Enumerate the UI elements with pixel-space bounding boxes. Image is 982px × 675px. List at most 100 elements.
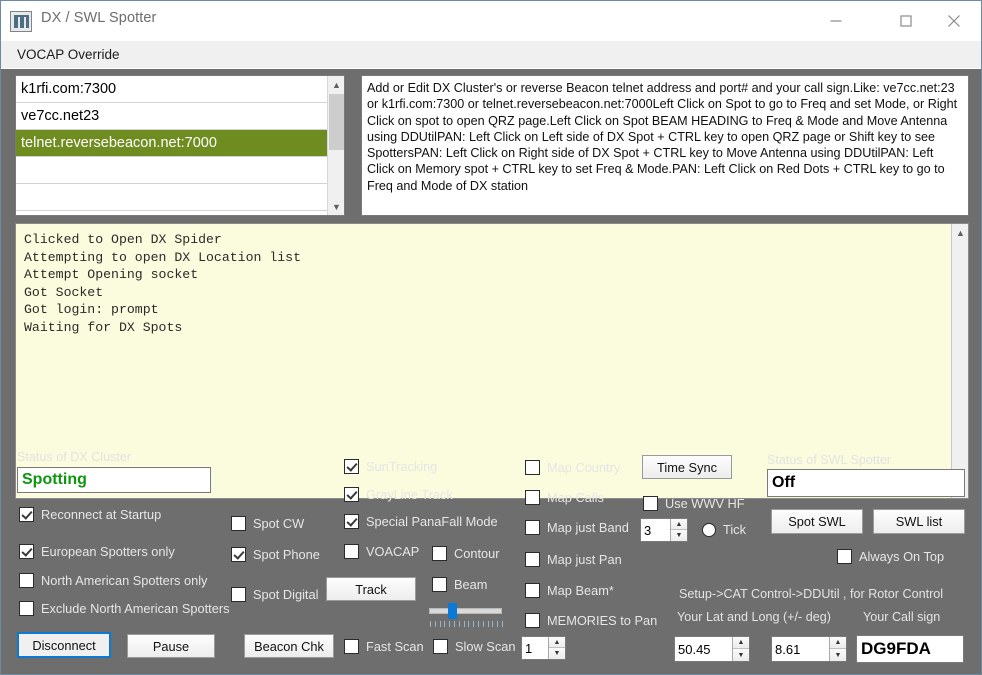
checkbox-slow-scan[interactable]: Slow Scan — [433, 639, 515, 654]
checkbox-icon — [432, 546, 447, 561]
checkbox-icon — [525, 583, 540, 598]
spinner-up-icon[interactable]: ▲ — [830, 637, 846, 649]
checkbox-special-panafall-mode[interactable]: Special PanaFall Mode — [344, 514, 498, 529]
pause-button[interactable]: Pause — [127, 634, 215, 658]
latitude-spinner[interactable]: 50.45 ▲ ▼ — [674, 636, 750, 662]
menu-item-vocap-override[interactable]: VOCAP Override — [13, 46, 124, 63]
title-bar: DX / SWL Spotter — [1, 1, 981, 41]
checkbox-icon — [525, 613, 540, 628]
checkbox-label: Exclude North American Spotters — [41, 601, 230, 616]
console-scrollbar[interactable]: ▲ ▼ — [951, 224, 968, 498]
list-item[interactable] — [16, 157, 327, 184]
status-swl-value[interactable]: Off — [767, 469, 965, 497]
spinner-value[interactable]: 3 — [641, 519, 670, 541]
checkbox-memories-to-pan[interactable]: MEMORIES to Pan — [525, 613, 657, 628]
list-item[interactable]: ve7cc.net23 — [16, 103, 327, 130]
checkbox-exclude-north-american-spotters[interactable]: Exclude North American Spotters — [19, 601, 230, 616]
checkbox-label: Spot Digital — [253, 587, 318, 602]
beacon-chk-button[interactable]: Beacon Chk — [244, 634, 334, 658]
spinner-arrows[interactable]: ▲ ▼ — [548, 637, 565, 659]
checkbox-label: SunTracking — [366, 459, 437, 474]
callsign-field[interactable]: DG9FDA — [856, 635, 964, 663]
spinner-value[interactable]: 50.45 — [675, 637, 732, 661]
checkbox-icon — [19, 507, 34, 522]
checkbox-icon — [525, 490, 540, 505]
checkbox-suntracking[interactable]: SunTracking — [344, 459, 437, 474]
checkbox-reconnect-at-startup[interactable]: Reconnect at Startup — [19, 507, 161, 522]
checkbox-label: Map Country — [547, 460, 620, 475]
longitude-spinner[interactable]: 8.61 ▲ ▼ — [771, 636, 847, 662]
spinner-down-icon[interactable]: ▼ — [671, 530, 687, 541]
listbox-scrollbar[interactable]: ▲ ▼ — [327, 76, 344, 215]
checkbox-voacap[interactable]: VOACAP — [344, 544, 419, 559]
scan-rate-spinner[interactable]: 1 ▲ ▼ — [521, 636, 566, 660]
checkbox-label: Spot Phone — [253, 547, 320, 562]
checkbox-icon — [525, 460, 540, 475]
minimize-icon[interactable] — [813, 1, 859, 41]
disconnect-button[interactable]: Disconnect — [17, 632, 111, 658]
radio-tick[interactable]: Tick — [702, 522, 746, 537]
slider-thumb[interactable] — [448, 603, 457, 619]
checkbox-fast-scan[interactable]: Fast Scan — [344, 639, 424, 654]
slider-track — [429, 608, 502, 614]
spinner-up-icon[interactable]: ▲ — [549, 637, 565, 648]
checkbox-grayline-track[interactable]: GrayLine Track — [344, 487, 453, 502]
window-title: DX / SWL Spotter — [41, 10, 157, 26]
spinner-up-icon[interactable]: ▲ — [671, 519, 687, 530]
list-item[interactable]: k1rfi.com:7300 — [16, 76, 327, 103]
checkbox-icon — [344, 459, 359, 474]
track-button[interactable]: Track — [326, 577, 416, 601]
scroll-down-icon[interactable]: ▼ — [328, 198, 345, 215]
beam-slider[interactable] — [429, 603, 502, 629]
menu-bar: VOCAP Override — [1, 41, 981, 69]
checkbox-label: Fast Scan — [366, 639, 424, 654]
spot-swl-button[interactable]: Spot SWL — [771, 509, 863, 534]
checkbox-label: Reconnect at Startup — [41, 507, 161, 522]
checkbox-map-just-band[interactable]: Map just Band — [525, 520, 629, 535]
cluster-address-listbox[interactable]: k1rfi.com:7300 ve7cc.net23 telnet.revers… — [15, 75, 345, 216]
list-item[interactable]: telnet.reversebeacon.net:7000 — [16, 130, 327, 157]
checkbox-map-calls[interactable]: Map Calls — [525, 490, 604, 505]
maximize-icon[interactable] — [883, 1, 929, 41]
checkbox-always-on-top[interactable]: Always On Top — [837, 549, 944, 564]
checkbox-contour[interactable]: Contour — [432, 546, 500, 561]
spinner-arrows[interactable]: ▲ ▼ — [670, 519, 687, 541]
checkbox-map-country[interactable]: Map Country — [525, 460, 620, 475]
checkbox-european-spotters-only[interactable]: European Spotters only — [19, 544, 175, 559]
list-item[interactable] — [16, 184, 327, 211]
status-dx-label: Status of DX Cluster — [17, 450, 131, 464]
scrollbar-thumb[interactable] — [329, 94, 344, 150]
checkbox-map-beam[interactable]: Map Beam* — [525, 583, 614, 598]
scroll-up-icon[interactable]: ▲ — [952, 224, 969, 241]
checkbox-label: Use WWV HF — [665, 496, 745, 511]
spinner-down-icon[interactable]: ▼ — [733, 649, 749, 661]
close-icon[interactable] — [931, 1, 977, 41]
checkbox-label: Special PanaFall Mode — [366, 514, 498, 529]
spinner-arrows[interactable]: ▲ ▼ — [732, 637, 749, 661]
checkbox-spot-digital[interactable]: Spot Digital — [231, 587, 318, 602]
spinner-value[interactable]: 1 — [522, 637, 548, 659]
checkbox-icon — [433, 639, 448, 654]
spinner-down-icon[interactable]: ▼ — [549, 648, 565, 659]
spinner-value[interactable]: 8.61 — [772, 637, 829, 661]
instructions-textbox[interactable]: Add or Edit DX Cluster's or reverse Beac… — [361, 75, 969, 216]
band-spinner[interactable]: 3 ▲ ▼ — [640, 518, 688, 542]
swl-list-button[interactable]: SWL list — [873, 509, 965, 534]
radio-label: Tick — [723, 522, 746, 537]
main-panel: k1rfi.com:7300 ve7cc.net23 telnet.revers… — [1, 69, 981, 674]
checkbox-beam[interactable]: Beam — [432, 577, 487, 592]
checkbox-label: North American Spotters only — [41, 573, 207, 588]
scroll-up-icon[interactable]: ▲ — [328, 76, 345, 93]
checkbox-map-just-pan[interactable]: Map just Pan — [525, 552, 622, 567]
latlong-hint-label: Your Lat and Long (+/- deg) — [677, 610, 831, 624]
checkbox-north-american-spotters-only[interactable]: North American Spotters only — [19, 573, 207, 588]
checkbox-label: GrayLine Track — [366, 487, 453, 502]
spinner-up-icon[interactable]: ▲ — [733, 637, 749, 649]
spinner-arrows[interactable]: ▲ ▼ — [829, 637, 846, 661]
checkbox-spot-cw[interactable]: Spot CW — [231, 516, 304, 531]
time-sync-button[interactable]: Time Sync — [642, 455, 732, 479]
status-dx-value[interactable]: Spotting — [17, 467, 211, 493]
checkbox-spot-phone[interactable]: Spot Phone — [231, 547, 320, 562]
spinner-down-icon[interactable]: ▼ — [830, 649, 846, 661]
checkbox-use-wwv-hf[interactable]: Use WWV HF — [643, 496, 745, 511]
